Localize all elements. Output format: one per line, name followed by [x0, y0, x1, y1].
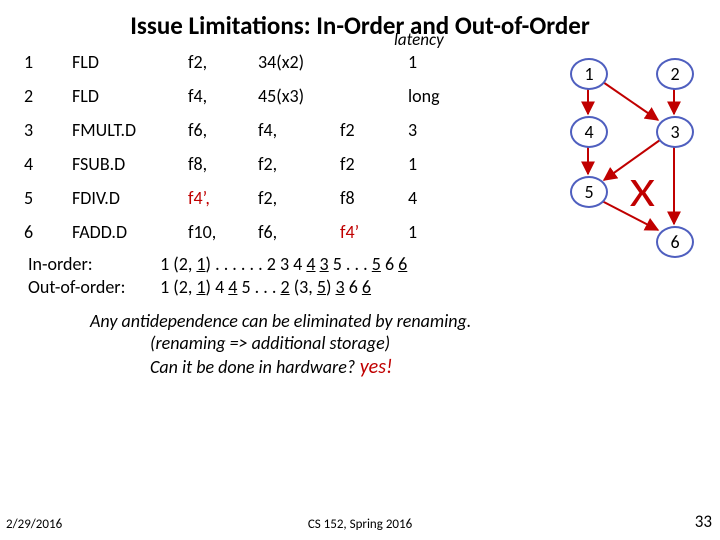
- graph-node-6: 6: [656, 226, 694, 258]
- dependency-graph: 1 2 4 3 5 6 X: [560, 56, 710, 276]
- slide-title: Issue Limitations: In-Order and Out-of-O…: [0, 0, 720, 45]
- out-of-order-label: Out-of-order:: [28, 276, 156, 299]
- graph-node-2: 2: [656, 58, 694, 90]
- table-row: 1 FLD f2, 34(x2) latency 1: [18, 45, 464, 79]
- graph-node-4: 4: [570, 116, 608, 148]
- in-order-sequence: 1 (2, 1) . . . . . . 2 3 4 4 3 5 . . . 5…: [160, 253, 407, 275]
- table-row: 5FDIV.D f4’, f2,f84: [18, 181, 464, 215]
- footer-course: CS 152, Spring 2016: [0, 517, 720, 532]
- table-row: 6FADD.Df10, f6,f4’1: [18, 215, 464, 249]
- table-row: 3FMULT.Df6, f4,f23: [18, 113, 464, 147]
- renaming-note: Any antidependence can be eliminated by …: [90, 310, 720, 380]
- graph-node-1: 1: [570, 58, 608, 90]
- table-row: 2FLDf4, 45(x3)long: [18, 79, 464, 113]
- graph-node-3: 3: [656, 116, 694, 148]
- table-row: 4FSUB.Df8, f2,f21: [18, 147, 464, 181]
- in-order-label: In-order:: [28, 253, 156, 276]
- footer-page: 33: [695, 511, 712, 532]
- yes-text: yes!: [355, 355, 392, 379]
- latency-header: latency: [394, 29, 444, 50]
- out-of-order-sequence: 1 (2, 1) 4 4 5 . . . 2 (3, 5) 3 6 6: [160, 276, 371, 298]
- graph-node-5: 5: [570, 176, 608, 208]
- cross-icon: X: [630, 168, 655, 217]
- instruction-table: 1 FLD f2, 34(x2) latency 1 2FLDf4, 45(x3…: [18, 45, 464, 249]
